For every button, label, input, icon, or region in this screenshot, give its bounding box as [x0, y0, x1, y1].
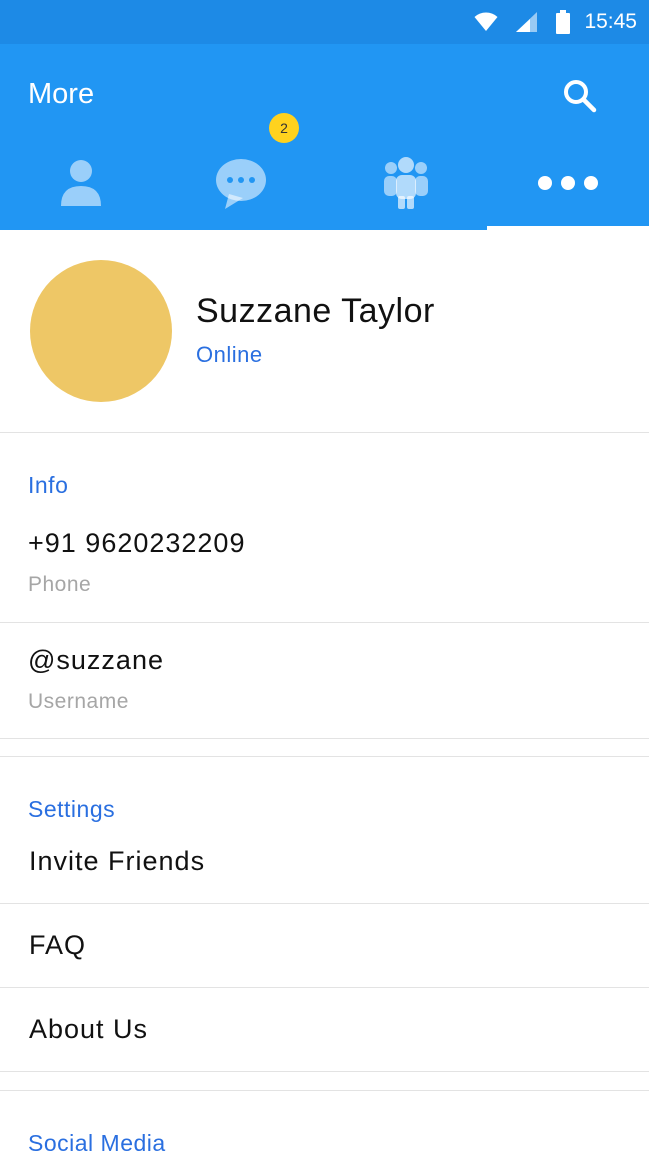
- section-title-settings: Settings: [28, 796, 116, 822]
- profile-name: Suzzane Taylor: [196, 292, 435, 330]
- tab-bar: [0, 140, 649, 230]
- chat-bubble-icon: [215, 156, 271, 215]
- unread-badge: 2: [269, 113, 299, 143]
- menu-item-invite-friends[interactable]: Invite Friends: [0, 820, 649, 904]
- divider: [0, 1071, 649, 1072]
- tab-groups[interactable]: [325, 140, 487, 230]
- menu-item-faq[interactable]: FAQ: [0, 904, 649, 988]
- menu-item-label: FAQ: [29, 930, 87, 960]
- username-row[interactable]: @suzzane Username: [0, 623, 649, 738]
- more-dots-icon: [537, 175, 599, 196]
- cell-signal-icon: [516, 12, 538, 32]
- app-bar: More: [0, 44, 649, 230]
- section-title-social-media: Social Media: [28, 1130, 166, 1154]
- tab-contacts[interactable]: [0, 140, 162, 230]
- status-time: 15:45: [584, 10, 637, 33]
- menu-item-about-us[interactable]: About Us: [0, 988, 649, 1072]
- group-icon: [383, 156, 429, 215]
- phone-label: Phone: [28, 573, 92, 596]
- menu-item-label: Invite Friends: [29, 846, 206, 876]
- page-title: More: [28, 78, 95, 110]
- menu-item-label: About Us: [29, 1014, 149, 1044]
- search-button[interactable]: [556, 74, 604, 122]
- tab-more[interactable]: [486, 140, 649, 230]
- status-indicators: 15:45: [474, 0, 637, 44]
- battery-icon: [556, 10, 571, 34]
- profile-status: Online: [196, 342, 263, 367]
- avatar[interactable]: [30, 260, 172, 402]
- section-title-info: Info: [28, 472, 69, 498]
- divider: [0, 756, 649, 757]
- username-label: Username: [28, 690, 129, 713]
- username-value: @suzzane: [28, 645, 164, 675]
- phone-value: +91 9620232209: [28, 528, 246, 558]
- status-bar: 15:45: [0, 0, 649, 44]
- search-icon: [563, 79, 597, 118]
- phone-row[interactable]: +91 9620232209 Phone: [0, 520, 649, 622]
- person-icon: [59, 158, 103, 213]
- profile-header[interactable]: Suzzane Taylor Online: [0, 230, 649, 433]
- tab-chats[interactable]: [162, 140, 324, 230]
- divider: [0, 1090, 649, 1091]
- divider: [0, 738, 649, 739]
- wifi-icon: [474, 12, 498, 32]
